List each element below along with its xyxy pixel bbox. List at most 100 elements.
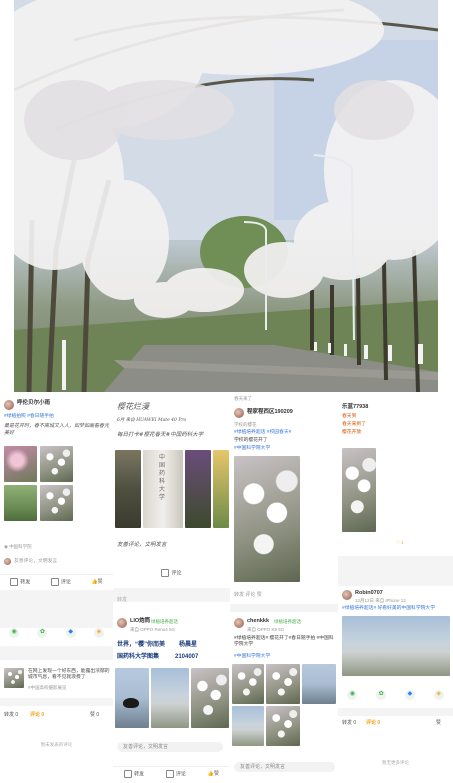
- photo-thumbnail[interactable]: [151, 668, 189, 728]
- repost-icon: [123, 770, 132, 778]
- comment-icon: [165, 770, 174, 778]
- location-tag[interactable]: ◉ 中国科学院: [4, 544, 32, 550]
- photo-thumbnail[interactable]: [302, 664, 336, 704]
- repost-button[interactable]: 转发: [10, 578, 30, 586]
- comment-label: 评论: [175, 771, 186, 778]
- tab-comment[interactable]: 评论 0: [366, 720, 380, 727]
- photo-thumbnail[interactable]: [232, 664, 264, 704]
- photo-thumbnail[interactable]: [4, 485, 37, 521]
- avatar[interactable]: [342, 590, 352, 600]
- cherry-blossom-avenue-photo: [14, 0, 438, 392]
- photo-thumbnail[interactable]: [115, 450, 141, 528]
- comment-label: 评论: [171, 570, 182, 577]
- post-line-3: 樱花开放: [342, 430, 362, 435]
- swan-photo[interactable]: [115, 668, 149, 728]
- like-button[interactable]: 👍赞: [208, 771, 219, 778]
- user-name[interactable]: chenkkk: [247, 618, 269, 625]
- qq-icon[interactable]: ◆: [65, 628, 76, 638]
- like-button[interactable]: 👍赞: [91, 579, 102, 586]
- tab-repost[interactable]: 转发: [117, 597, 127, 604]
- topic[interactable]: #中国科学院大学: [234, 446, 270, 452]
- avatar[interactable]: [234, 618, 244, 628]
- weibo-icon[interactable]: ◈: [93, 628, 104, 638]
- like-label: 赞: [97, 578, 103, 585]
- qq-icon[interactable]: ◆: [404, 690, 415, 700]
- comment-button[interactable]: 评论: [50, 578, 71, 586]
- comment-button[interactable]: 评论: [161, 569, 182, 577]
- comment-hint[interactable]: 友善评论，文明发言: [117, 542, 167, 549]
- comment-button[interactable]: 评论: [165, 770, 186, 778]
- photo-thumbnail[interactable]: [213, 450, 229, 528]
- moments-icon[interactable]: ✿: [376, 690, 387, 700]
- avatar[interactable]: [234, 408, 244, 418]
- user-name[interactable]: 呼伦贝尔小雨: [17, 400, 50, 407]
- comment-input[interactable]: 友善评论，文明发言: [234, 762, 335, 772]
- photo-thumbnail[interactable]: [266, 706, 300, 746]
- photo-thumbnail[interactable]: [234, 456, 300, 582]
- user-name[interactable]: 乐蓝77938: [342, 404, 368, 411]
- avatar[interactable]: [4, 400, 14, 410]
- handwritten-title: 樱花烂漫: [117, 402, 149, 411]
- tab-bar[interactable]: 转发 评论 赞: [234, 592, 262, 599]
- tab-repost[interactable]: 转发 0: [342, 720, 356, 727]
- related-thumbnail[interactable]: [4, 668, 24, 688]
- tab-repost[interactable]: 转发 0: [4, 712, 18, 719]
- photo-thumbnail[interactable]: [232, 706, 264, 746]
- photo-thumbnail[interactable]: [40, 485, 73, 521]
- like-count[interactable]: ♡ 1: [396, 540, 404, 546]
- post-text: 学校的樱花开了: [234, 438, 268, 443]
- handwritten-caption: 每日打卡#樱花春天#中国药科大学: [117, 432, 204, 438]
- photo-thumbnail[interactable]: [342, 448, 376, 532]
- user-name[interactable]: LIO炮筒: [130, 618, 150, 625]
- repost-label: 转发: [20, 579, 31, 586]
- divider: [338, 556, 453, 586]
- moments-icon[interactable]: ✿: [37, 628, 48, 638]
- stone-inscription: 中国药科大学: [159, 455, 166, 501]
- comment-input[interactable]: 友善评论，文明发言: [117, 742, 223, 752]
- topic-tag[interactable]: 绿植培养超话: [151, 619, 178, 625]
- tab-comment[interactable]: 评论 0: [30, 712, 44, 719]
- hashtag-line[interactable]: #绿植拍照 #春日随手拍: [4, 414, 109, 420]
- repost-label: 转发: [133, 771, 144, 778]
- divider: [113, 588, 230, 602]
- divider: [0, 646, 113, 660]
- tab-comment-label: 评论 0: [366, 720, 381, 726]
- action-bar: 评论: [113, 566, 230, 580]
- photo-thumbnail[interactable]: [40, 446, 73, 482]
- photo-thumbnail[interactable]: [185, 450, 211, 528]
- divider: [338, 708, 453, 716]
- user-name[interactable]: Robin0707: [355, 590, 383, 597]
- photo-thumbnail[interactable]: [191, 668, 229, 728]
- tab-like[interactable]: 赞: [436, 720, 441, 727]
- photo-thumbnail[interactable]: [4, 446, 37, 482]
- location-label: 中国科学院: [9, 544, 32, 549]
- topic-tag[interactable]: 绿植培养超话: [274, 619, 301, 625]
- photo-thumbnail[interactable]: [266, 664, 300, 704]
- comment-hint: 友善评论，文明发言: [240, 764, 286, 770]
- comment-hint[interactable]: 友善评论，文明发言: [14, 559, 57, 565]
- user-name[interactable]: 程家程西区190209: [247, 409, 293, 416]
- topic[interactable]: #中国科学院大学: [234, 654, 270, 660]
- avenue-photo[interactable]: [342, 616, 450, 676]
- headline-2: 国药科大学图集: [117, 654, 160, 660]
- repost-button[interactable]: 转发: [123, 770, 144, 778]
- stone-tablet-photo[interactable]: 中国药科大学: [143, 450, 183, 528]
- post-meta: 12月12日 来自 iPhone 12: [355, 598, 406, 603]
- tag-line[interactable]: #绿植培养超话 #校园春天#: [234, 430, 291, 436]
- comment-label: 评论: [60, 579, 71, 586]
- photo-scene: [14, 0, 438, 392]
- repost-icon: [10, 578, 19, 586]
- empty-comments: 暂未发表的评论: [40, 742, 73, 747]
- weibo-icon[interactable]: ◈: [433, 690, 444, 700]
- wechat-icon[interactable]: ◉: [347, 690, 358, 700]
- comment-icon: [50, 578, 59, 586]
- related-title[interactable]: 在网上发现一个好东西，能露出浓郁的城市气息，看不见就浪费了: [28, 669, 110, 681]
- post-panel-4: 乐蓝77938 春天到 春天来到了 樱花开放 ♡ 1 Robin0707 12月…: [338, 392, 453, 783]
- tab-like[interactable]: 赞 0: [90, 712, 99, 719]
- avatar[interactable]: [117, 618, 127, 628]
- post-text[interactable]: #绿植培养超话# 好看好美的中国科学院大学: [342, 606, 450, 612]
- post-text: #绿植培养超话# 樱花开了#春日随手拍 #中国科学院大学: [234, 636, 334, 648]
- comment-hint-2: 友善评论，文明发言: [123, 744, 169, 750]
- related-meta: #中国高校摄影展览: [28, 685, 67, 690]
- wechat-icon[interactable]: ◉: [9, 628, 20, 638]
